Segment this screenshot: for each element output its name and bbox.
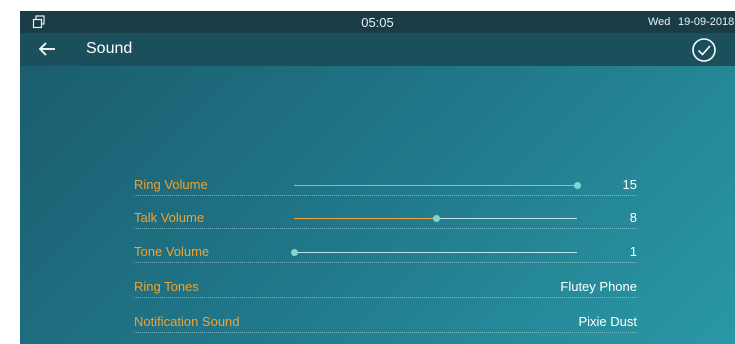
slider-fill [294,185,577,186]
day-of-week: Wed [648,16,671,28]
title-bar: Sound [20,33,735,66]
talk-volume-label[interactable]: Talk Volume [134,210,204,225]
ring-volume-row: Ring Volume 15 [134,173,637,196]
tone-volume-label[interactable]: Tone Volume [134,244,209,259]
notification-sound-label[interactable]: Notification Sound [134,314,240,329]
slider-thumb[interactable] [432,215,440,222]
talk-volume-value: 8 [629,210,637,225]
tone-volume-value: 1 [629,244,637,259]
notification-sound-row[interactable]: Notification Sound Pixie Dust [134,310,637,333]
talk-volume-row: Talk Volume 8 [134,206,637,229]
ring-tones-value[interactable]: Flutey Phone [560,279,637,294]
slider-track [294,252,577,253]
slider-thumb[interactable] [574,182,581,189]
ring-tones-row[interactable]: Ring Tones Flutey Phone [134,275,637,298]
ring-tones-label[interactable]: Ring Tones [134,279,199,294]
talk-volume-slider[interactable] [294,215,577,223]
ring-volume-slider[interactable] [294,182,581,190]
page-title: Sound [86,40,133,57]
ring-volume-value: 15 [622,177,637,192]
ring-volume-label[interactable]: Ring Volume [134,177,208,192]
status-bar: 05:05 Wed 19-09-2018 [20,11,735,33]
slider-thumb[interactable] [291,249,298,256]
tone-volume-slider[interactable] [291,249,577,257]
clock: 05:05 [361,15,394,30]
slider-fill [294,218,436,219]
checkmark-circle-icon[interactable] [690,36,718,64]
back-arrow-icon[interactable] [36,38,58,60]
notification-sound-value[interactable]: Pixie Dust [578,314,637,329]
tone-volume-row: Tone Volume 1 [134,240,637,263]
date: 19-09-2018 [678,16,735,28]
settings-screen: 05:05 Wed 19-09-2018 Sound Ring Volume 1… [20,11,735,344]
